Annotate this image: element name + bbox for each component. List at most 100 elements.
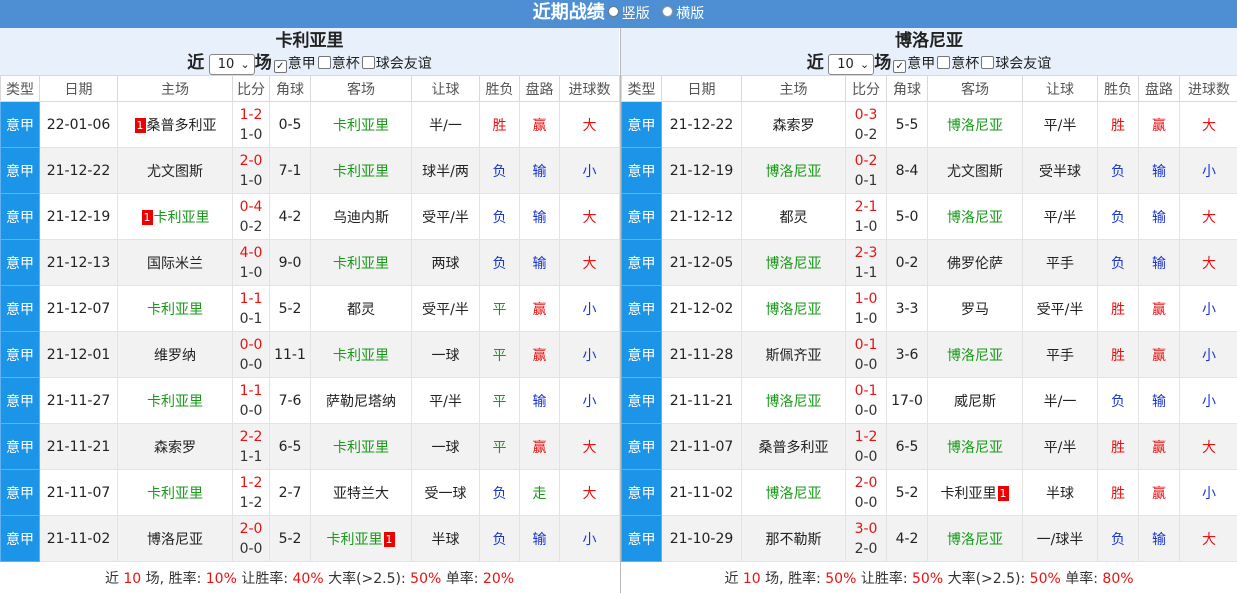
away-team-name[interactable]: 博洛尼亚: [947, 440, 1003, 456]
home-team-cell[interactable]: 卡利亚里: [117, 469, 233, 516]
away-team-cell[interactable]: 博洛尼亚: [927, 331, 1023, 378]
home-team-cell[interactable]: 1 卡利亚里: [117, 193, 233, 240]
right-cb-friendly[interactable]: [981, 56, 995, 69]
away-team-name[interactable]: 萨勒尼塔纳: [326, 394, 396, 410]
away-team-name[interactable]: 乌迪内斯: [333, 210, 389, 226]
away-team-cell[interactable]: 乌迪内斯: [310, 193, 412, 240]
home-team-name[interactable]: 尤文图斯: [147, 164, 203, 180]
away-team-name[interactable]: 博洛尼亚: [947, 210, 1003, 226]
league-type[interactable]: 意甲: [0, 193, 40, 240]
league-type[interactable]: 意甲: [0, 147, 40, 194]
away-team-name[interactable]: 都灵: [347, 302, 375, 318]
home-team-cell[interactable]: 博洛尼亚: [117, 515, 233, 562]
home-team-cell[interactable]: 尤文图斯: [117, 147, 233, 194]
home-team-name[interactable]: 都灵: [780, 210, 808, 226]
full-time-score[interactable]: 0-3: [846, 105, 886, 125]
away-team-name[interactable]: 博洛尼亚: [947, 348, 1003, 364]
score-cell[interactable]: 1-2 1-2: [232, 469, 270, 516]
away-team-name[interactable]: 卡利亚里: [333, 164, 389, 180]
full-time-score[interactable]: 1-0: [846, 289, 886, 309]
away-team-cell[interactable]: 佛罗伦萨: [927, 239, 1023, 286]
home-team-name[interactable]: 那不勒斯: [766, 532, 822, 548]
away-team-cell[interactable]: 卡利亚里 1: [310, 515, 412, 562]
away-team-cell[interactable]: 罗马: [927, 285, 1023, 332]
home-team-cell[interactable]: 博洛尼亚: [741, 469, 846, 516]
away-team-cell[interactable]: 威尼斯: [927, 377, 1023, 424]
full-time-score[interactable]: 2-3: [846, 243, 886, 263]
home-team-name[interactable]: 卡利亚里: [147, 394, 203, 410]
score-cell[interactable]: 0-4 0-2: [232, 193, 270, 240]
home-team-name[interactable]: 卡利亚里: [147, 302, 203, 318]
league-type[interactable]: 意甲: [0, 101, 40, 148]
home-team-cell[interactable]: 都灵: [741, 193, 846, 240]
home-team-cell[interactable]: 博洛尼亚: [741, 147, 846, 194]
away-team-name[interactable]: 博洛尼亚: [947, 532, 1003, 548]
home-team-cell[interactable]: 卡利亚里: [117, 285, 233, 332]
left-count-select[interactable]: 10 ⌄: [208, 53, 255, 75]
home-team-cell[interactable]: 国际米兰: [117, 239, 233, 286]
away-team-name[interactable]: 博洛尼亚: [947, 118, 1003, 134]
home-team-name[interactable]: 桑普多利亚: [759, 440, 829, 456]
full-time-score[interactable]: 2-0: [846, 473, 886, 493]
radio-horizontal[interactable]: [662, 6, 674, 17]
score-cell[interactable]: 2-2 1-1: [232, 423, 270, 470]
full-time-score[interactable]: 1-1: [233, 289, 269, 309]
league-type[interactable]: 意甲: [621, 285, 662, 332]
score-cell[interactable]: 0-2 0-1: [845, 147, 887, 194]
away-team-name[interactable]: 卡利亚里: [333, 256, 389, 272]
away-team-cell[interactable]: 卡利亚里: [310, 101, 412, 148]
league-type[interactable]: 意甲: [621, 101, 662, 148]
full-time-score[interactable]: 0-4: [233, 197, 269, 217]
score-cell[interactable]: 2-0 0-0: [845, 469, 887, 516]
league-type[interactable]: 意甲: [0, 285, 40, 332]
away-team-cell[interactable]: 卡利亚里: [310, 147, 412, 194]
home-team-name[interactable]: 博洛尼亚: [766, 486, 822, 502]
home-team-name[interactable]: 维罗纳: [154, 348, 196, 364]
away-team-name[interactable]: 卡利亚里: [333, 118, 389, 134]
home-team-name[interactable]: 博洛尼亚: [766, 256, 822, 272]
league-type[interactable]: 意甲: [621, 193, 662, 240]
home-team-name[interactable]: 博洛尼亚: [766, 164, 822, 180]
score-cell[interactable]: 0-1 0-0: [845, 331, 887, 378]
league-type[interactable]: 意甲: [621, 469, 662, 516]
away-team-cell[interactable]: 博洛尼亚: [927, 193, 1023, 240]
right-cb-cup[interactable]: [937, 56, 951, 69]
radio-vertical-label[interactable]: 竖版: [622, 6, 650, 22]
home-team-name[interactable]: 森索罗: [773, 118, 815, 134]
full-time-score[interactable]: 3-0: [846, 519, 886, 539]
left-cb-friendly[interactable]: [361, 56, 375, 69]
away-team-name[interactable]: 卡利亚里: [327, 532, 383, 548]
full-time-score[interactable]: 2-1: [846, 197, 886, 217]
score-cell[interactable]: 3-0 2-0: [845, 515, 887, 562]
score-cell[interactable]: 1-2 0-0: [845, 423, 887, 470]
league-type[interactable]: 意甲: [0, 331, 40, 378]
away-team-cell[interactable]: 博洛尼亚: [927, 423, 1023, 470]
score-cell[interactable]: 2-0 1-0: [232, 147, 270, 194]
left-cb-cup[interactable]: [317, 56, 331, 69]
full-time-score[interactable]: 1-1: [233, 381, 269, 401]
away-team-cell[interactable]: 都灵: [310, 285, 412, 332]
score-cell[interactable]: 1-1 0-0: [232, 377, 270, 424]
home-team-cell[interactable]: 卡利亚里: [117, 377, 233, 424]
right-count-select[interactable]: 10 ⌄: [828, 53, 875, 75]
home-team-cell[interactable]: 博洛尼亚: [741, 285, 846, 332]
full-time-score[interactable]: 0-0: [233, 335, 269, 355]
full-time-score[interactable]: 1-2: [233, 473, 269, 493]
away-team-name[interactable]: 佛罗伦萨: [947, 256, 1003, 272]
home-team-name[interactable]: 斯佩齐亚: [766, 348, 822, 364]
home-team-cell[interactable]: 森索罗: [117, 423, 233, 470]
home-team-cell[interactable]: 斯佩齐亚: [741, 331, 846, 378]
league-type[interactable]: 意甲: [0, 423, 40, 470]
full-time-score[interactable]: 2-0: [233, 519, 269, 539]
radio-horizontal-label[interactable]: 横版: [676, 6, 704, 22]
home-team-name[interactable]: 国际米兰: [147, 256, 203, 272]
score-cell[interactable]: 1-2 1-0: [232, 101, 270, 148]
away-team-cell[interactable]: 亚特兰大: [310, 469, 412, 516]
home-team-name[interactable]: 博洛尼亚: [766, 394, 822, 410]
away-team-cell[interactable]: 博洛尼亚: [927, 101, 1023, 148]
home-team-cell[interactable]: 森索罗: [741, 101, 846, 148]
score-cell[interactable]: 4-0 1-0: [232, 239, 270, 286]
league-type[interactable]: 意甲: [621, 515, 662, 562]
away-team-name[interactable]: 尤文图斯: [947, 164, 1003, 180]
full-time-score[interactable]: 0-1: [846, 381, 886, 401]
